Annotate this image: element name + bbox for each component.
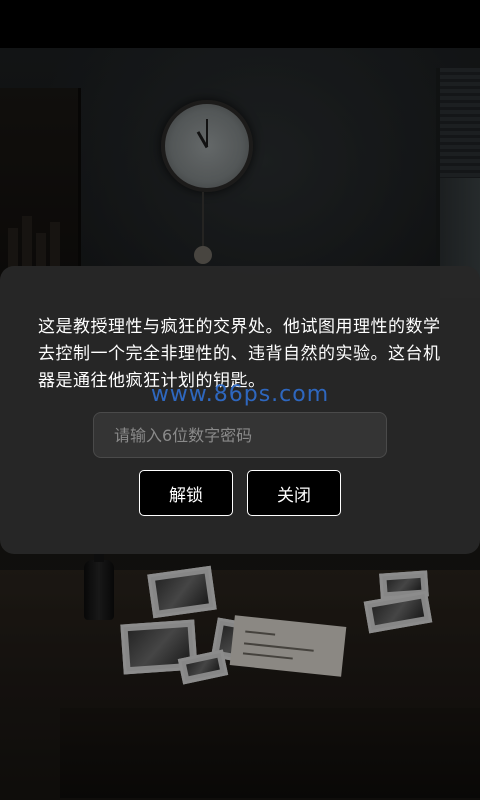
password-dialog: 这是教授理性与疯狂的交界处。他试图用理性的数学去控制一个完全非理性的、违背自然的… [0, 266, 480, 554]
close-button[interactable]: 关闭 [247, 470, 341, 516]
status-bar [0, 0, 480, 48]
game-screen: 这是教授理性与疯狂的交界处。他试图用理性的数学去控制一个完全非理性的、违背自然的… [0, 0, 480, 800]
password-input[interactable] [93, 412, 387, 458]
unlock-button[interactable]: 解锁 [139, 470, 233, 516]
watermark-text: www.86ps.com [150, 382, 330, 407]
